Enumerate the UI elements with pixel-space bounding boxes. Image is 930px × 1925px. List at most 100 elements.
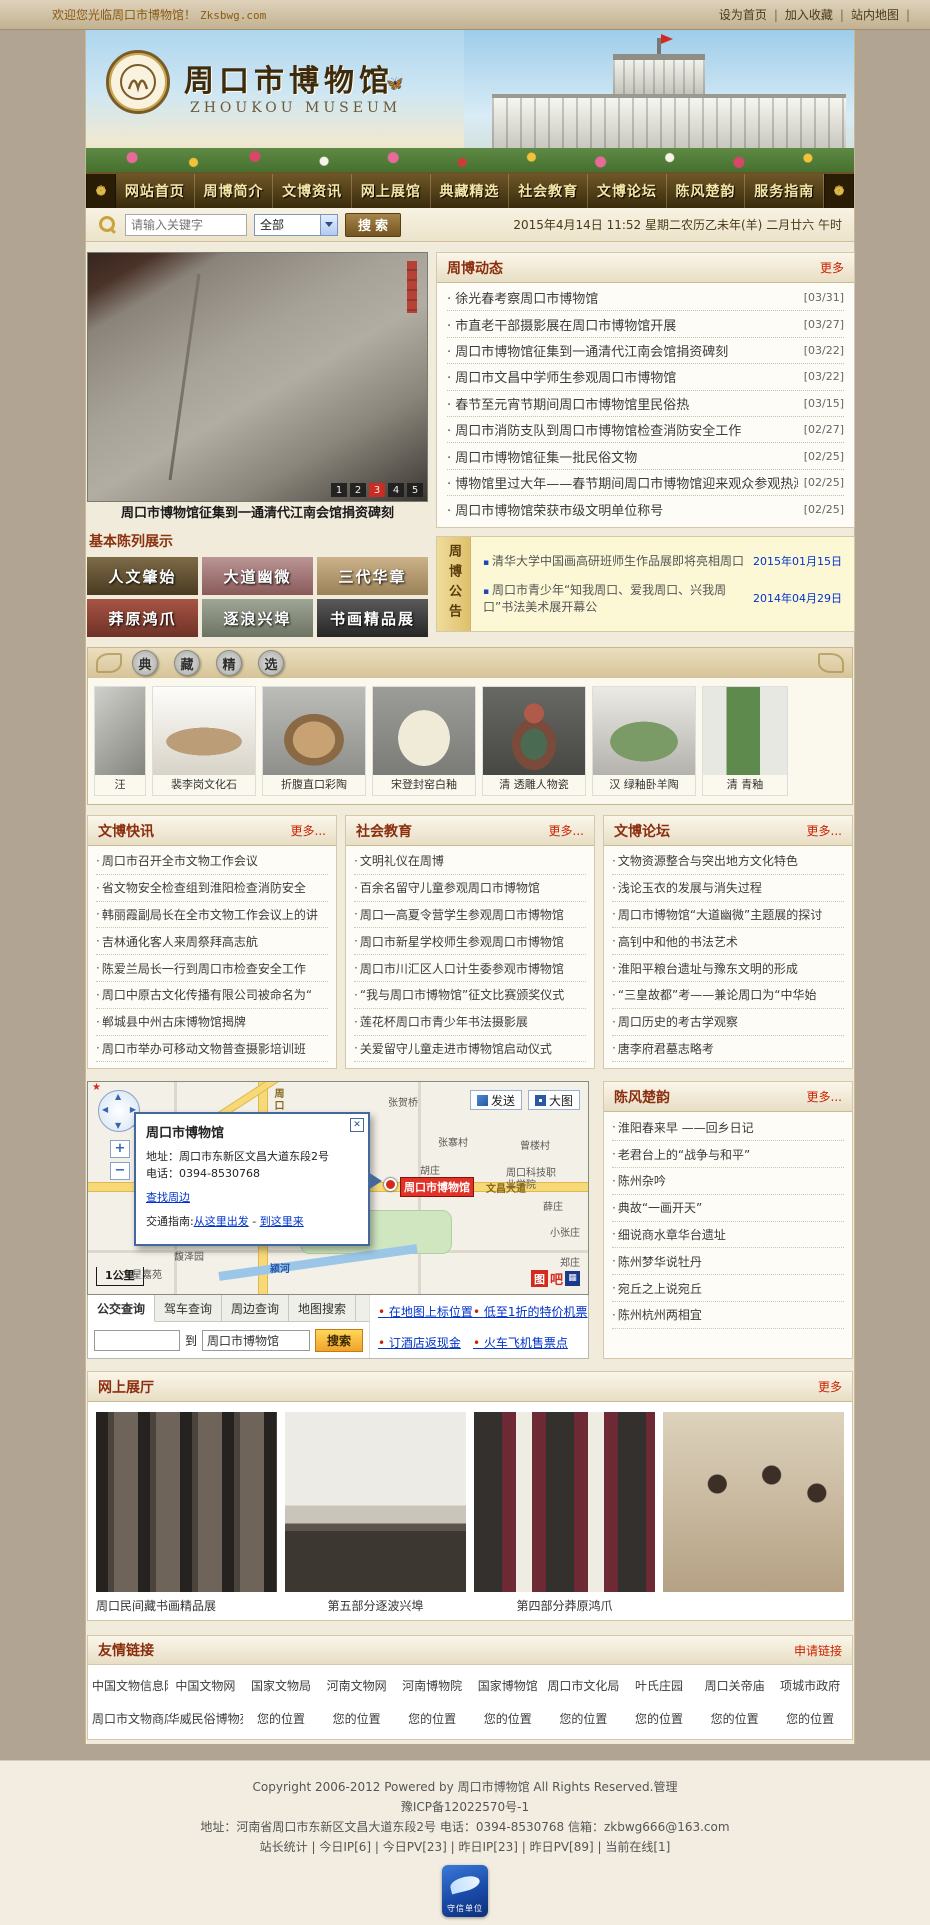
list-item[interactable]: 淮阳平粮台遗址与豫东文明的形成 (612, 955, 844, 982)
map-mark-link[interactable]: 在地图上标位置 (378, 1303, 473, 1320)
add-favorite-link[interactable]: 加入收藏 (785, 8, 833, 22)
collection-item[interactable]: 裴李岗文化石 (152, 686, 256, 796)
map-fullview-button[interactable]: 大图 (528, 1090, 580, 1110)
friend-link[interactable]: 您的位置 (621, 1710, 697, 1727)
list-item[interactable]: 浅论玉衣的发展与消失过程 (612, 875, 844, 902)
route-from-link[interactable]: 从这里出发 (194, 1215, 249, 1228)
nav-item-service[interactable]: 服务指南 (745, 174, 824, 208)
announcement-item[interactable]: 周口市青少年“知我周口、爱我周口、兴我周口”书法美术展开幕公2014年04月29… (483, 581, 842, 615)
friend-link[interactable]: 您的位置 (243, 1710, 319, 1727)
news-item[interactable]: 周口市文昌中学师生参观周口市博物馆[03/22] (447, 364, 844, 390)
nav-item-home[interactable]: 网站首页 (116, 174, 195, 208)
map-marker-label[interactable]: 周口市博物馆 (400, 1177, 474, 1197)
query-destination-input[interactable] (202, 1330, 310, 1351)
slider-page-4[interactable]: 4 (388, 483, 404, 497)
chenfeng-more-link[interactable]: 更多... (807, 1088, 842, 1105)
list-item[interactable]: “我与周口市博物馆”征文比赛颁奖仪式 (354, 982, 586, 1009)
news-item[interactable]: 博物馆里过大年——春节期间周口市博物馆迎来观众参观热潮[02/25] (447, 470, 844, 496)
sitemap-link[interactable]: 站内地图 (851, 8, 899, 22)
friend-link[interactable]: 河南文物网 (319, 1677, 395, 1694)
slider-page-2[interactable]: 2 (350, 483, 366, 497)
news-item[interactable]: 市直老干部摄影展在周口市博物馆开展[03/27] (447, 311, 844, 337)
pan-up-icon[interactable]: ▲ (115, 1092, 121, 1101)
collection-item[interactable]: 清 透雕人物瓷 (482, 686, 586, 796)
list-item[interactable]: 周口市召开全市文物工作会议 (96, 848, 328, 875)
list-item[interactable]: 文物资源整合与突出地方文化特色 (612, 848, 844, 875)
list-item[interactable]: 周口市川汇区人口计生委参观市博物馆 (354, 955, 586, 982)
map-send-button[interactable]: 发送 (470, 1090, 522, 1110)
list-item[interactable]: 高钊中和他的书法艺术 (612, 928, 844, 955)
route-to-link[interactable]: 到这里来 (260, 1215, 304, 1228)
search-button[interactable]: 搜索 (345, 213, 401, 237)
tab-nearby-query[interactable]: 周边查询 (222, 1295, 289, 1321)
collection-item[interactable]: 宋登封窑白釉 (372, 686, 476, 796)
friend-link[interactable]: 华威民俗博物苑 (168, 1710, 244, 1727)
tab-bus-query[interactable]: 公交查询 (88, 1295, 155, 1322)
exhibit-tile[interactable]: 三代华章 (317, 557, 428, 595)
apply-link[interactable]: 申请链接 (794, 1642, 842, 1659)
list-item[interactable]: 省文物安全检查组到淮阳检查消防安全 (96, 875, 328, 902)
find-nearby-link[interactable]: 查找周边 (146, 1191, 190, 1204)
nav-item-online-hall[interactable]: 网上展馆 (352, 174, 431, 208)
list-item[interactable]: 周口市新星学校师生参观周口市博物馆 (354, 928, 586, 955)
pan-down-icon[interactable]: ▼ (115, 1121, 121, 1130)
friend-link[interactable]: 您的位置 (772, 1710, 848, 1727)
list-item[interactable]: 周口市博物馆“大道幽微”主题展的探讨 (612, 902, 844, 929)
friend-link[interactable]: 叶氏庄园 (621, 1677, 697, 1694)
news-slider-image[interactable]: 1 2 3 4 5 (87, 252, 428, 502)
gallery-photo[interactable] (663, 1412, 844, 1592)
news-item[interactable]: 周口市博物馆征集到一通清代江南会馆捐资碑刻[03/22] (447, 338, 844, 364)
list-item[interactable]: 周口历史的考古学观察 (612, 1009, 844, 1036)
gallery-photo[interactable] (474, 1412, 655, 1592)
exhibit-tile[interactable]: 逐浪兴埠 (202, 599, 313, 637)
list-item[interactable]: 陈州杂吟 (612, 1168, 844, 1195)
collection-item[interactable]: 汉 绿釉卧羊陶 (592, 686, 696, 796)
list-item[interactable]: 周口一高夏令营学生参观周口市博物馆 (354, 902, 586, 929)
collection-item[interactable]: 汪 (94, 686, 146, 796)
pan-left-icon[interactable]: ◀ (102, 1105, 108, 1114)
slider-page-1[interactable]: 1 (331, 483, 347, 497)
exhibit-tile[interactable]: 书画精品展 (317, 599, 428, 637)
column-more-link[interactable]: 更多... (549, 822, 584, 839)
query-from-input[interactable] (94, 1330, 180, 1351)
list-item[interactable]: “三皇故都”考——兼论周口为“中华始 (612, 982, 844, 1009)
friend-link[interactable]: 河南博物院 (394, 1677, 470, 1694)
list-item[interactable]: 周口市举办可移动文物普查摄影培训班 (96, 1036, 328, 1063)
map-canvas[interactable]: ★ 张贺桥 张寨村 曾楼村 胡庄 薛庄 周口科技职业学院 小张庄 郑庄 颍河 希… (87, 1081, 589, 1295)
nav-item-news[interactable]: 文博资讯 (273, 174, 352, 208)
set-homepage-link[interactable]: 设为首页 (719, 8, 767, 22)
chevron-down-icon[interactable] (320, 215, 337, 235)
column-more-link[interactable]: 更多... (291, 822, 326, 839)
nav-item-education[interactable]: 社会教育 (509, 174, 588, 208)
list-item[interactable]: 百余名留守儿童参观周口市博物馆 (354, 875, 586, 902)
exhibit-tile[interactable]: 大道幽微 (202, 557, 313, 595)
list-item[interactable]: 陈爱兰局长一行到周口市检查安全工作 (96, 955, 328, 982)
friend-link[interactable]: 项城市政府 (772, 1677, 848, 1694)
friend-link[interactable]: 您的位置 (394, 1710, 470, 1727)
list-item[interactable]: 细说商水章华台遗址 (612, 1222, 844, 1249)
friend-link[interactable]: 国家文物局 (243, 1677, 319, 1694)
list-item[interactable]: 韩丽霞副局长在全市文物工作会议上的讲 (96, 902, 328, 929)
news-item[interactable]: 周口市消防支队到周口市博物馆检查消防安全工作[02/27] (447, 417, 844, 443)
manage-link[interactable]: 管理 (653, 1780, 677, 1794)
nav-item-forum[interactable]: 文博论坛 (588, 174, 667, 208)
gallery-photo[interactable] (96, 1412, 277, 1592)
exhibit-tile[interactable]: 人文肇始 (87, 557, 198, 595)
friend-link[interactable]: 您的位置 (546, 1710, 622, 1727)
close-icon[interactable]: ✕ (350, 1118, 364, 1132)
nav-item-about[interactable]: 周博简介 (195, 174, 274, 208)
exhibit-tile[interactable]: 莽原鸿爪 (87, 599, 198, 637)
friend-link[interactable]: 周口市文物商店 (92, 1710, 168, 1727)
list-item[interactable]: 唐李府君墓志略考 (612, 1036, 844, 1063)
news-more-link[interactable]: 更多 (820, 259, 844, 276)
friend-link[interactable]: 您的位置 (697, 1710, 773, 1727)
friend-link[interactable]: 您的位置 (470, 1710, 546, 1727)
column-more-link[interactable]: 更多... (807, 822, 842, 839)
nav-item-chufeng[interactable]: 陈风楚韵 (667, 174, 746, 208)
collection-item[interactable]: 折腹直口彩陶 (262, 686, 366, 796)
hotel-cashback-link[interactable]: 订酒店返现金 (378, 1334, 473, 1351)
ticket-office-link[interactable]: 火车飞机售票点 (473, 1334, 588, 1351)
list-item[interactable]: 典故“一画开天” (612, 1195, 844, 1222)
list-item[interactable]: 周口中原古文化传播有限公司被命名为“ (96, 982, 328, 1009)
friend-link[interactable]: 中国文物信息网 (92, 1677, 168, 1694)
